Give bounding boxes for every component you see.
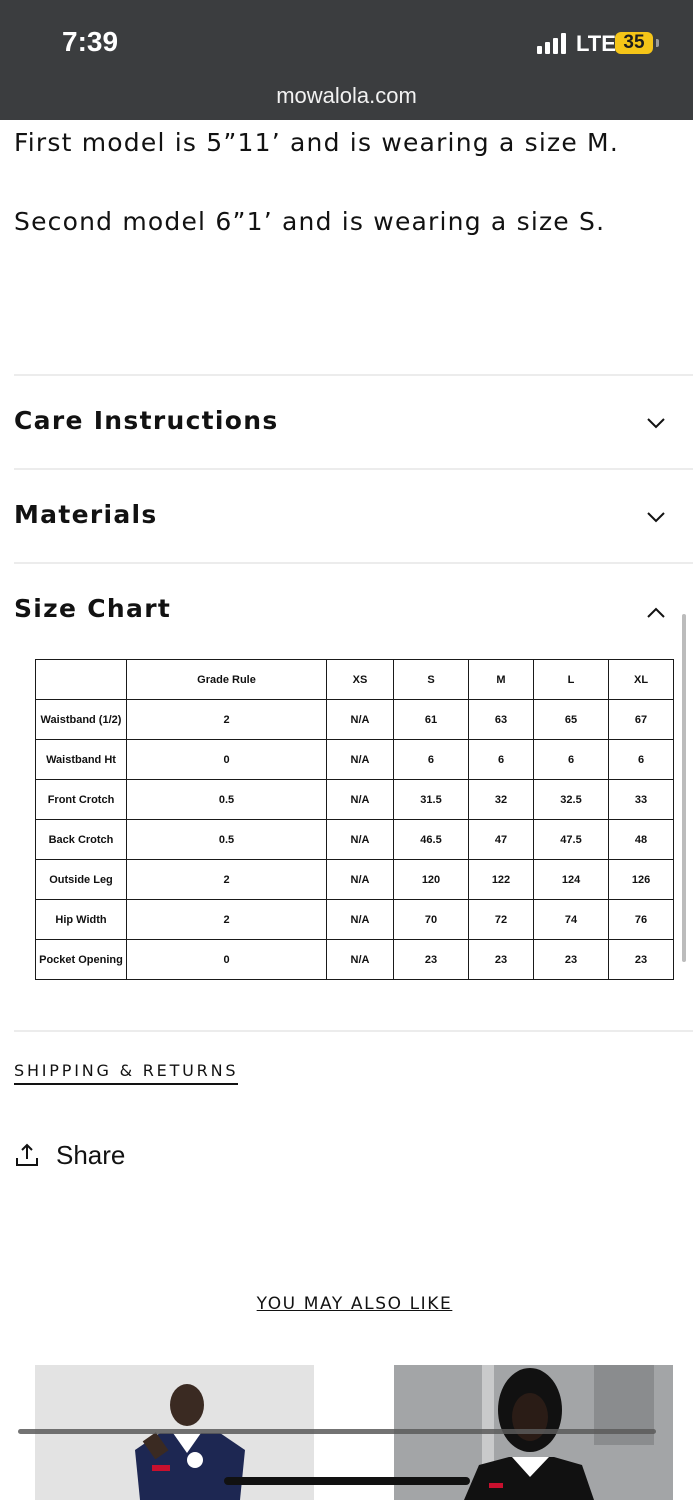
- accordion-materials[interactable]: Materials: [14, 500, 158, 529]
- table-cell: N/A: [326, 819, 394, 860]
- table-cell: 0: [125, 739, 328, 780]
- table-cell: 48: [608, 819, 674, 860]
- table-header-cell: XL: [608, 659, 674, 700]
- table-cell: 32: [468, 779, 534, 820]
- accordion-size-chart[interactable]: Size Chart: [14, 594, 171, 623]
- model-info-second: Second model 6”1’ and is wearing a size …: [14, 207, 606, 236]
- table-cell: 23: [608, 939, 674, 980]
- divider: [14, 562, 693, 564]
- table-cell: 122: [468, 859, 534, 900]
- table-row-label: Waistband Ht: [35, 739, 127, 780]
- signal-icon: [537, 32, 569, 54]
- table-cell: 6: [532, 739, 610, 780]
- carousel-scrollbar[interactable]: [18, 1429, 656, 1434]
- accordion-care-instructions[interactable]: Care Instructions: [14, 406, 279, 435]
- table-row-label: Back Crotch: [35, 819, 127, 860]
- chevron-down-icon[interactable]: [644, 505, 668, 529]
- table-cell: 63: [468, 699, 534, 740]
- table-row-label: Waistband (1/2): [35, 699, 127, 740]
- table-cell: 0.5: [125, 779, 328, 820]
- status-time: 7:39: [62, 26, 119, 57]
- table-cell: 0: [125, 939, 328, 980]
- table-row-label: Front Crotch: [35, 779, 127, 820]
- page-scrollbar[interactable]: [682, 614, 686, 962]
- share-button[interactable]: Share: [14, 1138, 125, 1172]
- table-row: Pocket Opening 0 N/A 23 23 23 23: [35, 939, 674, 980]
- table-cell: N/A: [326, 739, 394, 780]
- shipping-returns-link[interactable]: SHIPPING & RETURNS: [14, 1061, 239, 1085]
- table-row: Front Crotch 0.5 N/A 31.5 32 32.5 33: [35, 779, 674, 820]
- table-cell: N/A: [326, 779, 394, 820]
- home-indicator[interactable]: [224, 1477, 470, 1485]
- table-cell: 31.5: [392, 779, 470, 820]
- chevron-down-icon[interactable]: [644, 411, 668, 435]
- table-cell: 2: [125, 899, 328, 940]
- table-cell: 33: [608, 779, 674, 820]
- table-cell: N/A: [326, 859, 394, 900]
- share-icon: [16, 1143, 38, 1166]
- table-cell: 6: [392, 739, 470, 780]
- table-cell: N/A: [326, 899, 394, 940]
- table-cell: 46.5: [392, 819, 470, 860]
- table-header-cell: M: [468, 659, 534, 700]
- table-cell: 124: [532, 859, 610, 900]
- table-cell: 120: [392, 859, 470, 900]
- model-info-first: First model is 5”11’ and is wearing a si…: [14, 128, 619, 157]
- battery-icon: 35: [615, 32, 653, 54]
- table-cell: 23: [468, 939, 534, 980]
- table-row: Waistband Ht 0 N/A 6 6 6 6: [35, 739, 674, 780]
- address-bar[interactable]: mowalola.com: [0, 83, 693, 109]
- table-cell: 47.5: [532, 819, 610, 860]
- table-cell: 61: [392, 699, 470, 740]
- table-cell: 0.5: [125, 819, 328, 860]
- table-cell: 76: [608, 899, 674, 940]
- table-row: Back Crotch 0.5 N/A 46.5 47 47.5 48: [35, 819, 674, 860]
- table-cell: 70: [392, 899, 470, 940]
- table-row: Hip Width 2 N/A 70 72 74 76: [35, 899, 674, 940]
- table-row-label: Hip Width: [35, 899, 127, 940]
- table-cell: 126: [608, 859, 674, 900]
- table-cell: N/A: [326, 699, 394, 740]
- table-cell: 65: [532, 699, 610, 740]
- table-cell: 6: [468, 739, 534, 780]
- share-label: Share: [56, 1139, 126, 1170]
- divider: [14, 468, 693, 470]
- table-header-cell: L: [532, 659, 610, 700]
- table-cell: 72: [468, 899, 534, 940]
- table-cell: 47: [468, 819, 534, 860]
- table-row-label: Outside Leg: [35, 859, 127, 900]
- divider: [14, 1030, 693, 1032]
- table-row-label: Pocket Opening: [35, 939, 127, 980]
- table-cell: 32.5: [532, 779, 610, 820]
- table-cell: 2: [125, 699, 328, 740]
- divider: [14, 374, 693, 376]
- table-cell: 23: [392, 939, 470, 980]
- network-type: LTE: [576, 31, 616, 56]
- table-cell: 67: [608, 699, 674, 740]
- table-header-row: Grade Rule XS S M L XL: [35, 659, 674, 700]
- table-header-cell: XS: [326, 659, 394, 700]
- table-row: Outside Leg 2 N/A 120 122 124 126: [35, 859, 674, 900]
- table-header-cell: [35, 659, 127, 700]
- table-header-cell: Grade Rule: [125, 659, 328, 700]
- you-may-also-like-heading[interactable]: YOU MAY ALSO LIKE: [0, 1294, 693, 1314]
- size-chart-table: Grade Rule XS S M L XL Waistband (1/2) 2…: [35, 659, 674, 980]
- table-header-cell: S: [392, 659, 470, 700]
- table-cell: 2: [125, 859, 328, 900]
- table-row: Waistband (1/2) 2 N/A 61 63 65 67: [35, 699, 674, 740]
- table-cell: N/A: [326, 939, 394, 980]
- chevron-up-icon[interactable]: [644, 601, 668, 625]
- battery-tip: [656, 39, 659, 47]
- table-cell: 6: [608, 739, 674, 780]
- table-cell: 74: [532, 899, 610, 940]
- browser-top-bar: 7:39 LTE 35 mowalola.com: [0, 0, 693, 120]
- table-cell: 23: [532, 939, 610, 980]
